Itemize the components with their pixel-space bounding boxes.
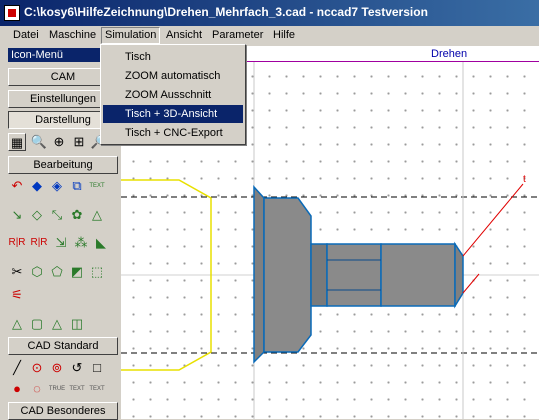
menu-item-tisch-3d-ansicht[interactable]: Tisch + 3D-Ansicht — [103, 105, 243, 123]
bearbeitung-button[interactable]: Bearbeitung — [8, 156, 118, 174]
title-bar: C:\kosy6\HilfeZeichnung\Drehen_Mehrfach_… — [0, 0, 539, 26]
undo-icon[interactable]: ↶ — [8, 177, 26, 195]
simulation-dropdown: Tisch ZOOM automatisch ZOOM Ausschnitt T… — [100, 44, 246, 145]
text-alt-icon[interactable]: TEXT — [88, 380, 106, 398]
pattern-icon[interactable]: ✿ — [68, 206, 86, 224]
move-icon[interactable]: ↘ — [8, 206, 26, 224]
stretch-icon[interactable]: ⬚ — [88, 263, 106, 281]
edit-icon-row-1: ↶ ◆ ◈ ⧉ TEXT — [8, 177, 118, 197]
rectangle-icon[interactable]: □ — [88, 359, 106, 377]
menu-hilfe[interactable]: Hilfe — [270, 28, 298, 43]
ellipse-icon[interactable]: ◌ — [28, 380, 46, 398]
text-icon[interactable]: TEXT — [68, 380, 86, 398]
circle-center-icon[interactable]: ⊚ — [48, 359, 66, 377]
menu-simulation[interactable]: Simulation — [101, 27, 161, 44]
square-icon[interactable]: ◫ — [68, 315, 86, 333]
mirror-copy-icon[interactable]: R|R — [30, 234, 48, 252]
arc-icon[interactable]: ↺ — [68, 359, 86, 377]
tool-marker: t — [523, 174, 526, 185]
measure-icon[interactable]: ⚟ — [8, 286, 26, 304]
cut-icon[interactable]: ✂ — [8, 263, 26, 281]
point-icon[interactable]: ● — [8, 380, 26, 398]
zoom-fit-icon[interactable]: ⊕ — [50, 133, 68, 151]
cad-standard-button[interactable]: CAD Standard — [8, 337, 118, 355]
zoom-window-icon[interactable]: ⊞ — [70, 133, 88, 151]
edit-icon-row-2: ↘ ◇ ⤡ ✿ △ — [8, 206, 118, 226]
erase-icon[interactable]: ◆ — [28, 177, 46, 195]
menu-bar: Datei Maschine Simulation Ansicht Parame… — [0, 26, 539, 45]
menu-item-zoom-ausschnitt[interactable]: ZOOM Ausschnitt — [103, 86, 243, 104]
menu-parameter[interactable]: Parameter — [209, 28, 266, 43]
window-title: C:\kosy6\HilfeZeichnung\Drehen_Mehrfach_… — [24, 5, 428, 19]
chamfer-icon[interactable]: ◣ — [92, 234, 110, 252]
menu-datei[interactable]: Datei — [10, 28, 42, 43]
triangle-icon[interactable]: △ — [88, 206, 106, 224]
circle-icon[interactable]: ⊙ — [28, 359, 46, 377]
menu-item-tisch-cnc-export[interactable]: Tisch + CNC-Export — [103, 124, 243, 142]
part-profile — [253, 185, 464, 364]
rectangle-draw-icon[interactable]: ▢ — [28, 315, 46, 333]
true-text-icon[interactable]: TRUE — [48, 380, 66, 398]
cad-icon-row-1: ╱ ⊙ ⊚ ↺ □ — [8, 359, 118, 379]
grid-icon[interactable]: ▦ — [8, 133, 26, 151]
text-edit-icon[interactable]: TEXT — [88, 177, 106, 195]
cad-besonderes-button[interactable]: CAD Besonderes — [8, 402, 118, 420]
edit-icon-row-4: ✂ ⬡ ⬠ ◩ ⬚ — [8, 263, 118, 283]
scale-icon[interactable]: ⇲ — [52, 234, 70, 252]
cad-icon-row-2: ● ◌ TRUE TEXT TEXT — [8, 380, 118, 400]
array-icon[interactable]: ⁂ — [72, 234, 90, 252]
triangle-draw-icon[interactable]: △ — [48, 315, 66, 333]
mirror-icon[interactable]: R|R — [8, 234, 26, 252]
copy-icon[interactable]: ⧉ — [68, 177, 86, 195]
app-icon[interactable] — [4, 5, 20, 21]
palette-header: Icon-Menü — [8, 48, 107, 62]
extend-icon[interactable]: ⬠ — [48, 263, 66, 281]
view-label: Drehen — [431, 48, 468, 60]
fillet-icon[interactable]: ◩ — [68, 263, 86, 281]
trim-icon[interactable]: ⬡ — [28, 263, 46, 281]
rotate-icon[interactable]: ◇ — [28, 206, 46, 224]
menu-item-zoom-automatisch[interactable]: ZOOM automatisch — [103, 67, 243, 85]
edit-icon-row-6: △ ▢ △ ◫ — [8, 315, 118, 335]
polygon-icon[interactable]: △ — [8, 315, 26, 333]
edit-icon-row-3: R|R R|R ⇲ ⁂ ◣ — [8, 234, 118, 254]
menu-maschine[interactable]: Maschine — [46, 28, 99, 43]
menu-item-tisch[interactable]: Tisch — [103, 48, 243, 66]
select-icon[interactable]: ◈ — [48, 177, 66, 195]
line-icon[interactable]: ╱ — [8, 359, 26, 377]
zoom-icon[interactable]: 🔍 — [30, 133, 48, 151]
edit-icon-row-5: ⚟ — [8, 286, 118, 306]
menu-ansicht[interactable]: Ansicht — [163, 28, 205, 43]
offset-icon[interactable]: ⤡ — [48, 206, 66, 224]
